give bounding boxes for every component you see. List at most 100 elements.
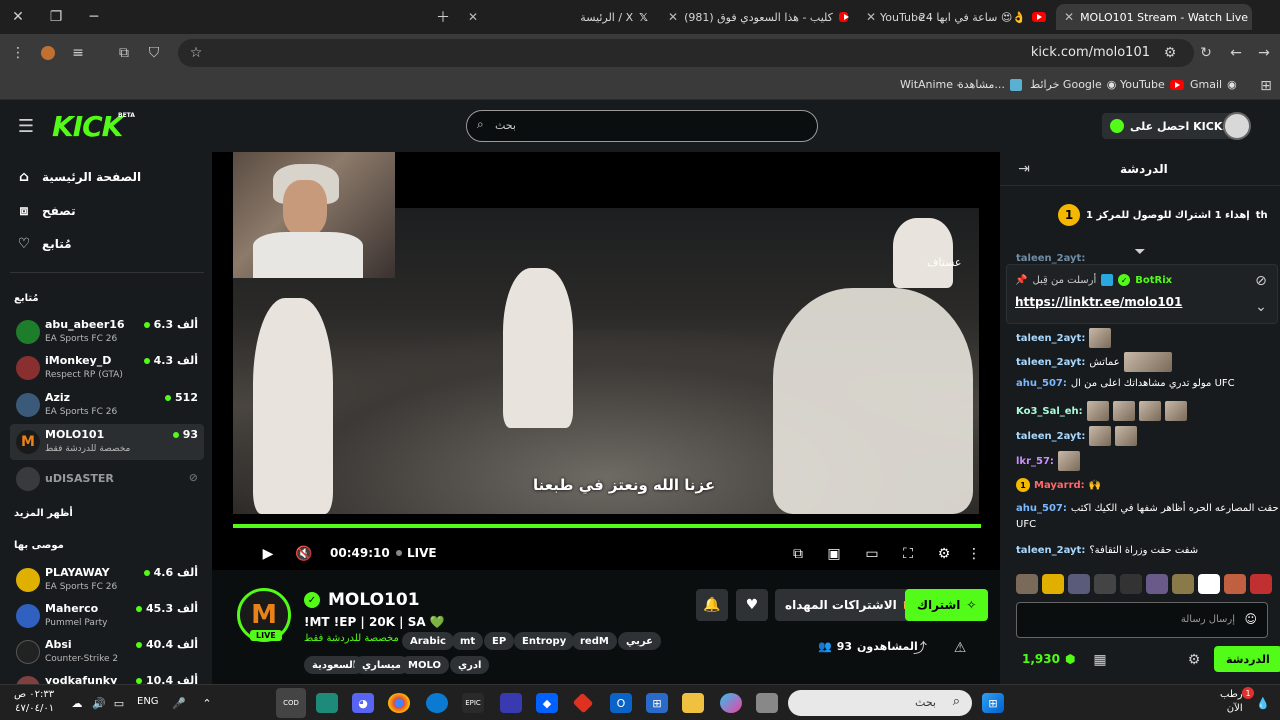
show-hidden-icons-icon[interactable]: ⌃ [196,693,218,713]
shield-icon[interactable]: ⛉ [144,43,164,63]
weather-widget[interactable]: رطب الآن [1220,688,1243,716]
live-indicator[interactable]: LIVE [396,546,437,560]
new-tab-icon[interactable]: ＋ [433,7,453,27]
hamburger-menu-icon[interactable]: ☰ [16,116,36,137]
address-bar[interactable]: ☆ kick.com/molo101 ⚙ [178,39,1194,67]
pip-icon[interactable]: ⧉ [788,544,808,564]
channel-title[interactable]: ✓ MOLO101 [304,590,420,610]
get-kicks-button[interactable]: احصل على KICKs [1102,113,1237,139]
restore-window-icon[interactable]: ❐ [46,7,66,27]
store-app-icon[interactable]: ⊞ [646,693,668,713]
bookmark-gmail[interactable]: Gmail ◉ [1190,78,1237,91]
pinned-username[interactable]: BotRix [1135,275,1172,286]
chat-username[interactable]: Ko3_Sal_eh: [1016,406,1083,417]
taskbar-search-input[interactable]: ⌕ بحث [788,690,972,716]
chat-username[interactable]: ahu_507: [1016,378,1067,389]
channel-item-offline[interactable]: uDISASTER ⊘ [10,461,204,497]
channel-item[interactable]: yodkafunky 10.4 ألف [10,670,204,684]
search-input[interactable]: ⌕ بحث [466,110,818,142]
tag-molo[interactable]: MOLO [400,656,449,674]
tab-x-home[interactable]: ✕ الرئيسة / X 𝕏 [460,4,656,30]
emote-image[interactable] [1094,574,1116,594]
video-player[interactable]: عستاف عزنا الله ونعتز في طبعنا ▶ 🔇 00:49… [212,152,1000,570]
tab-kick-active[interactable]: ✕ MOLO101 Stream - Watch Live K [1056,4,1252,30]
menu-dots-icon[interactable]: ⋮ [8,43,28,63]
tag-redm[interactable]: redM [572,632,617,650]
close-tab-icon[interactable]: ✕ [866,10,876,24]
channel-points[interactable]: 1,930 ⬢ [1022,652,1075,666]
clip-icon[interactable]: ▣ [824,544,844,564]
outlook-icon[interactable]: O [610,693,632,713]
tag-mt[interactable]: mt [452,632,484,650]
discord-icon[interactable]: ◕ [352,693,374,713]
tag-entropy[interactable]: Entropy [514,632,575,650]
more-dots-icon[interactable]: ⋮ [964,544,984,564]
theater-mode-icon[interactable]: ▭ [862,544,882,564]
tag-arabic[interactable]: Arabic [402,632,454,650]
minimize-window-icon[interactable]: ─ [84,7,104,27]
chat-username[interactable]: lkr_57: [1016,456,1054,467]
edge-icon[interactable] [426,693,448,713]
play-icon[interactable]: ▶ [258,544,278,564]
chat-settings-icon[interactable]: ⚙ [1184,650,1204,670]
notification-bell-icon[interactable]: 🔔 [696,589,728,621]
emote-image[interactable] [1250,574,1272,594]
app-icon[interactable] [316,693,338,713]
close-window-icon[interactable]: ✕ [8,7,28,27]
chat-send-button[interactable]: الدردشة [1214,646,1280,672]
chrome-icon[interactable] [388,693,410,713]
stream-category[interactable]: مخصصة للدردشة فقط [304,633,399,644]
emote-image[interactable] [1042,574,1064,594]
emote-image[interactable] [1172,574,1194,594]
expand-pinned-icon[interactable]: ⌄ [1251,297,1271,317]
collapse-chat-icon[interactable]: ⇥ [1014,159,1034,179]
show-more-link[interactable]: أظهر المزيد [14,508,73,519]
profile-icon[interactable] [38,43,58,63]
close-tab-icon[interactable]: ✕ [668,10,678,24]
tag-arabic-ar[interactable]: عربي [618,632,661,650]
reload-icon[interactable]: ↻ [1196,43,1216,63]
bookmark-watch[interactable]: مشاهدة... [958,78,1022,91]
sidebar-item-browse[interactable]: ⧈ تصفح [16,203,76,219]
fullscreen-icon[interactable]: ⛶ [898,544,918,564]
emote-image[interactable] [1146,574,1168,594]
follow-heart-icon[interactable]: ♥ [736,589,768,621]
emoji-icon[interactable]: ☺ [1244,612,1257,626]
bookmark-google-maps[interactable]: خرائط Google ◉ [1030,78,1116,91]
seek-bar[interactable] [233,524,981,528]
sub-goal-banner[interactable]: 1 إهداء 1 اشتراك للوصول للمركز 1 th [1058,204,1268,226]
channel-item[interactable]: abu_abeer16 EA Sports FC 26 6.3 ألف [10,314,204,350]
report-warning-icon[interactable]: ⚠ [950,638,970,658]
mute-icon[interactable]: 🔇 [294,544,314,564]
app-icon[interactable] [500,693,522,713]
user-avatar[interactable] [1223,112,1251,140]
channel-item[interactable]: Aziz EA Sports FC 26 512 [10,387,204,423]
back-icon[interactable]: ← [1226,43,1246,63]
site-settings-icon[interactable]: ⚙ [1160,43,1180,63]
app-icon[interactable] [572,692,594,714]
share-icon[interactable]: ⤴ [910,638,930,658]
microphone-icon[interactable]: 🎤 [168,693,190,713]
network-icon[interactable]: ▭ [108,693,130,713]
tag-ep[interactable]: EP [484,632,515,650]
notification-center-icon[interactable]: ☁ [66,693,88,713]
pin-drawer-icon[interactable]: ⏷ [1130,242,1150,262]
chat-username[interactable]: Mayarrd: [1034,480,1085,491]
sidebar-item-home[interactable]: ⌂ الصفحة الرئيسية [16,169,141,185]
channel-item[interactable]: Absi Counter-Strike 2 40.4 ألف [10,634,204,670]
chat-username[interactable]: taleen_2ayt: [1016,333,1085,344]
bookmark-star-icon[interactable]: ☆ [186,43,206,63]
windows-start-icon[interactable]: ⊞ [982,693,1004,713]
copilot-icon[interactable] [720,693,742,713]
bookmark-youtube[interactable]: YouTube [1120,78,1184,91]
channel-item[interactable]: iMonkey_D Respect RP (GTA) 4.3 ألف [10,350,204,386]
tab-youtube-clip[interactable]: ✕ (981) كليب - هذا السعودي فوق [660,4,856,30]
settings-gear-icon[interactable]: ⚙ [934,544,954,564]
chat-username[interactable]: taleen_2ayt: [1016,545,1085,556]
chat-username[interactable]: ahu_507: [1016,503,1067,514]
close-tab-icon[interactable]: ✕ [1064,10,1074,24]
emote-image[interactable] [1016,574,1038,594]
sidebar-item-following[interactable]: ♡ مُتابع [16,236,72,252]
input-language[interactable]: ENG [137,696,159,707]
channel-item[interactable]: Maherco Pummel Party 45.3 ألف [10,598,204,634]
